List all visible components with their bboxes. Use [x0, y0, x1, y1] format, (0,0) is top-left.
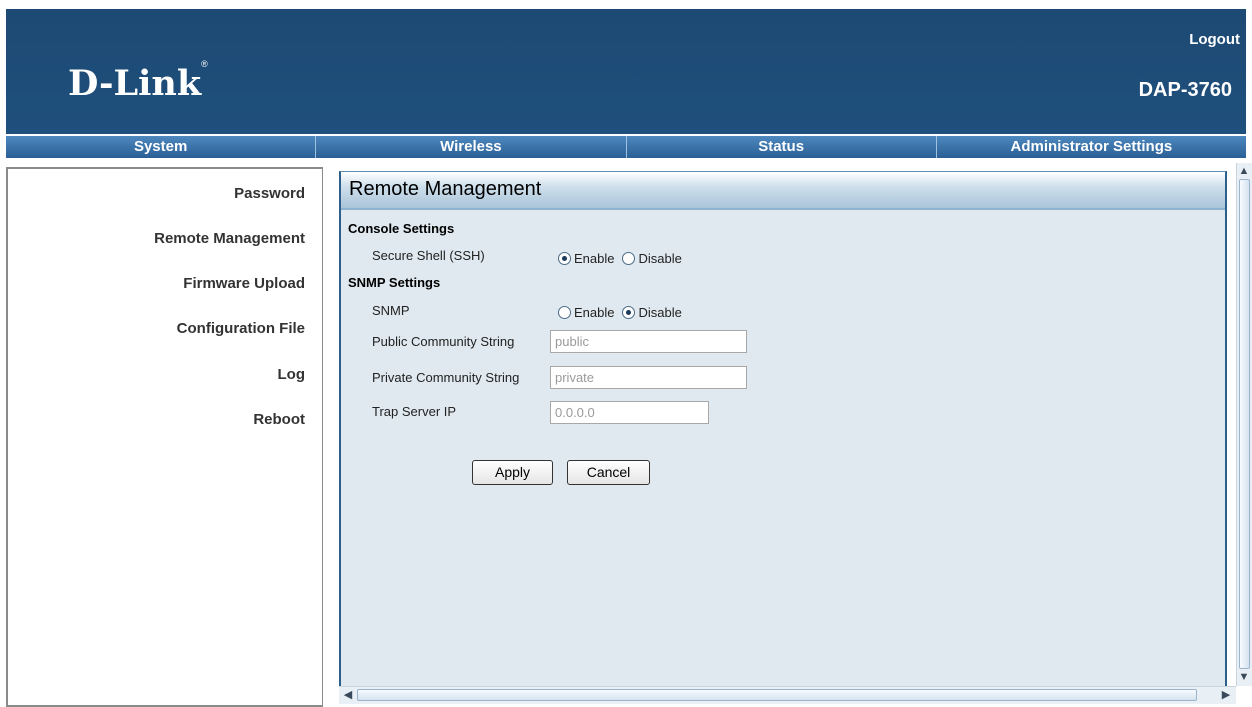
ssh-disable-radio[interactable] [622, 252, 636, 265]
menu-wireless[interactable]: Wireless [316, 136, 627, 158]
ssh-enable-label: Enable [574, 251, 615, 266]
dlink-logo: D-Link® [68, 59, 208, 104]
public-community-input[interactable]: public [550, 330, 747, 353]
ssh-disable-label: Disable [638, 251, 682, 266]
vertical-scroll-thumb[interactable] [1239, 179, 1250, 669]
snmp-settings-heading: SNMP Settings [348, 275, 441, 290]
scroll-down-icon[interactable]: ▼ [1237, 670, 1251, 684]
trap-server-ip-label: Trap Server IP [372, 404, 457, 419]
snmp-enable-radio[interactable] [558, 306, 571, 319]
snmp-radio-group: Enable Disable [558, 305, 690, 320]
snmp-label: SNMP [372, 303, 410, 318]
sidebar-item-password[interactable]: Password [234, 185, 305, 202]
menu-system[interactable]: System [6, 136, 317, 158]
scroll-up-icon[interactable]: ▲ [1237, 164, 1251, 178]
horizontal-scroll-thumb[interactable] [357, 689, 1197, 701]
cancel-button[interactable]: Cancel [567, 460, 650, 485]
horizontal-scrollbar[interactable]: ◀ ▶ [339, 686, 1236, 704]
menu-administrator-settings[interactable]: Administrator Settings [937, 136, 1246, 158]
header: D-Link® Logout DAP-3760 [6, 9, 1246, 134]
model-name: DAP-3760 [1138, 79, 1232, 101]
sidebar-item-reboot[interactable]: Reboot [253, 411, 305, 428]
snmp-disable-radio[interactable] [622, 306, 636, 319]
sidebar-item-firmware-upload[interactable]: Firmware Upload [183, 275, 305, 292]
apply-button[interactable]: Apply [472, 460, 553, 485]
scroll-left-icon[interactable]: ◀ [341, 688, 355, 702]
sidebar-item-log[interactable]: Log [278, 366, 306, 383]
logout-link[interactable]: Logout [1189, 31, 1240, 48]
console-settings-heading: Console Settings [348, 221, 455, 236]
page-title: Remote Management [341, 172, 1225, 210]
sidebar-item-configuration-file[interactable]: Configuration File [177, 320, 305, 337]
main-menu: System Wireless Status Administrator Set… [6, 136, 1246, 158]
sidebar-item-remote-management[interactable]: Remote Management [154, 230, 305, 247]
snmp-enable-label: Enable [574, 305, 615, 320]
snmp-disable-label: Disable [638, 305, 682, 320]
scroll-right-icon[interactable]: ▶ [1219, 688, 1233, 702]
private-community-input[interactable]: private [550, 366, 747, 389]
sidebar: Password Remote Management Firmware Uplo… [6, 167, 323, 707]
ssh-enable-radio[interactable] [558, 252, 571, 265]
private-community-label: Private Community String [372, 370, 520, 385]
ssh-label: Secure Shell (SSH) [372, 248, 485, 263]
public-community-label: Public Community String [372, 334, 515, 349]
menu-status[interactable]: Status [627, 136, 937, 158]
trap-server-ip-input[interactable]: 0.0.0.0 [550, 401, 709, 424]
ssh-radio-group: Enable Disable [558, 251, 690, 266]
vertical-scrollbar[interactable]: ▲ ▼ [1236, 163, 1252, 686]
remote-management-panel: Remote Management Console Settings Secur… [339, 171, 1227, 701]
